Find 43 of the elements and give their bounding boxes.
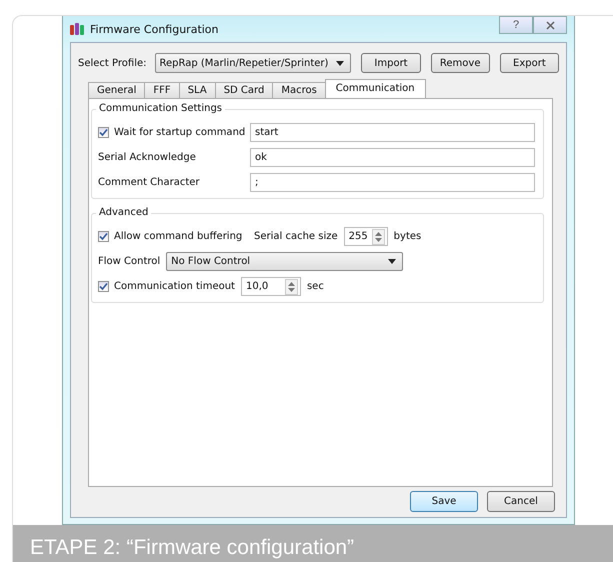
input-field[interactable]: ok (250, 148, 535, 167)
tab[interactable]: General (88, 82, 146, 98)
spin-field[interactable]: 255 (344, 227, 388, 246)
caption-text: ETAPE 2: “Firmware configuration” (30, 536, 354, 559)
close-icon (546, 20, 554, 30)
field-label: Serial Acknowledge (98, 152, 197, 163)
dialog-button[interactable]: Cancel (487, 491, 555, 512)
profile-button[interactable]: Export (500, 53, 560, 73)
group-title: Advanced (96, 207, 152, 218)
tab[interactable]: Communication (324, 79, 426, 98)
flow-control-dropdown[interactable]: No Flow Control (166, 252, 404, 271)
spin-arrows-icon (288, 280, 295, 292)
spin-arrows-icon (374, 230, 382, 242)
timeout-checkbox[interactable]: Communication timeout (98, 281, 235, 292)
dialog-button[interactable]: Save (410, 491, 478, 512)
caret-icon (388, 259, 396, 264)
input-field[interactable]: ; (250, 173, 535, 192)
profile-button[interactable]: Remove (430, 53, 490, 73)
check-icon (99, 232, 108, 241)
check-icon (99, 128, 108, 137)
spin-field[interactable]: 10,0 (240, 277, 301, 296)
tab[interactable]: FFF (144, 82, 180, 98)
app-icon (70, 22, 84, 36)
check-icon (99, 282, 108, 291)
tab[interactable]: SLA (178, 82, 216, 98)
close-button[interactable] (533, 16, 567, 34)
group-title: Communication Settings (96, 103, 226, 114)
buffering-checkbox[interactable]: Allow command buffering (98, 231, 248, 242)
help-button[interactable]: ? (499, 16, 533, 34)
tab[interactable]: Macros (272, 82, 326, 98)
caret-icon (336, 60, 344, 66)
tab[interactable]: SD Card (214, 82, 274, 98)
profile-button[interactable]: Import (361, 53, 421, 73)
input-field[interactable]: start (250, 123, 535, 142)
field-label: Comment Character (98, 177, 201, 188)
profile-label: Select Profile: (78, 58, 146, 68)
field-label: Flow Control (98, 256, 160, 267)
startup-checkbox[interactable]: Wait for startup command (98, 127, 244, 138)
profile-dropdown[interactable]: RepRap (Marlin/Repetier/Sprinter) (154, 53, 352, 73)
unit-label: sec (306, 281, 324, 292)
window-title: Firmware Configuration (90, 22, 219, 36)
unit-label: bytes (394, 231, 422, 242)
field-label: Serial cache size (254, 231, 338, 242)
